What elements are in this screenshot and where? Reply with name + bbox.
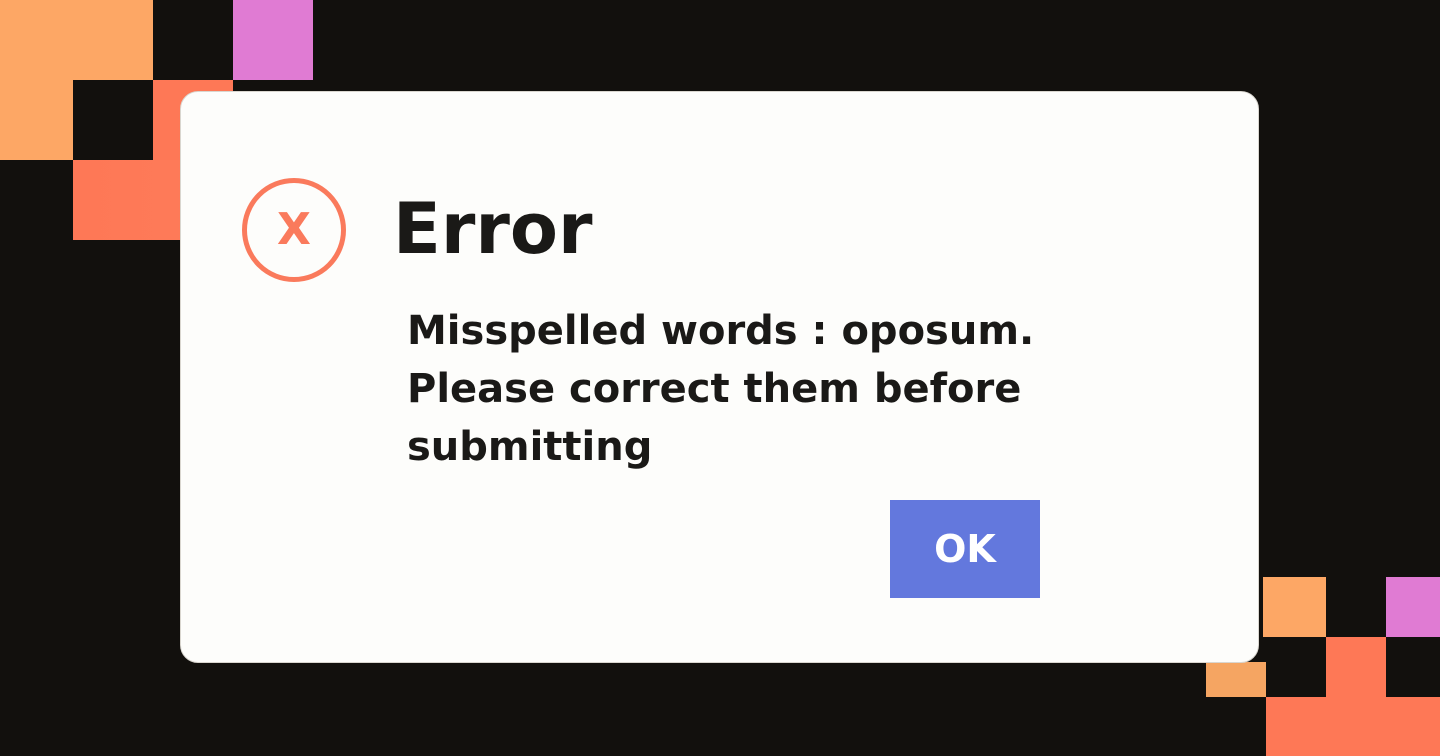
error-dialog: X Error Misspelled words : oposum. Pleas… — [180, 91, 1259, 663]
error-icon-glyph: X — [277, 204, 311, 255]
decor-pixel — [233, 0, 313, 80]
ok-button[interactable]: OK — [890, 500, 1040, 598]
decor-pixel — [1266, 697, 1440, 756]
decor-pixel — [1263, 577, 1326, 637]
desktop-background: X Error Misspelled words : oposum. Pleas… — [0, 0, 1440, 756]
decor-pixel — [73, 160, 180, 240]
decor-pixel — [1386, 577, 1440, 637]
decor-pixel — [0, 80, 73, 160]
dialog-title: Error — [393, 188, 593, 270]
dialog-message: Misspelled words : oposum. Please correc… — [407, 308, 1035, 470]
decor-pixel — [1326, 637, 1386, 697]
decor-pixel — [1206, 662, 1266, 697]
error-x-icon: X — [242, 178, 346, 282]
decor-pixel — [0, 0, 153, 80]
